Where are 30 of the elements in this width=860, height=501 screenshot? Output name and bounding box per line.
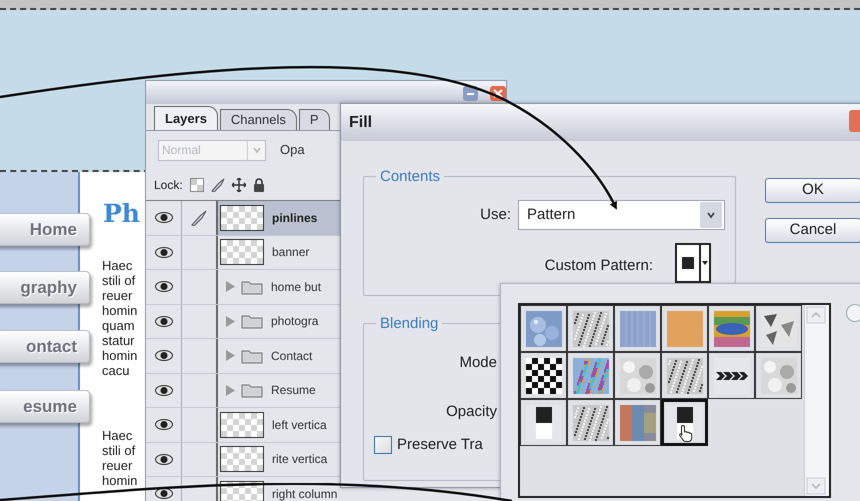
layer-name: home but: [271, 278, 322, 296]
text-line: Haec: [102, 258, 134, 273]
page-heading: Ph: [103, 198, 140, 230]
use-label: Use:: [480, 205, 511, 225]
text-line: reuer: [102, 288, 134, 303]
layer-name: right column: [272, 486, 338, 501]
layer-name: photogra: [271, 313, 318, 330]
opacity-label: Opacity: [446, 402, 497, 422]
text-line: stili of: [102, 443, 136, 458]
layer-name: rite vertica: [272, 451, 328, 468]
layer-name: pinlines: [272, 210, 318, 227]
text-line: homin: [102, 348, 138, 363]
mode-label: Mode: [459, 353, 497, 373]
text-line: statur: [102, 333, 136, 348]
opacity-label: Opa: [280, 141, 305, 160]
layer-name: Resume: [271, 382, 316, 400]
text-line: cacu: [102, 363, 130, 378]
lock-label: Lock:: [154, 176, 183, 194]
text-line: homin: [102, 303, 138, 318]
custom-pattern-label: Custom Pattern:: [544, 256, 653, 276]
text-line: quam: [102, 318, 136, 333]
dialog-title: Fill: [349, 112, 372, 132]
layer-name: banner: [272, 244, 310, 262]
checkbox-label: Preserve Tra: [397, 435, 483, 455]
layer-name: Contact: [271, 348, 312, 365]
text-line: reuer: [102, 458, 134, 473]
text-line: homin: [102, 473, 138, 488]
text-line: Haec: [102, 428, 134, 443]
text-line: stili of: [102, 273, 136, 288]
layer-name: left vertica: [272, 416, 327, 434]
